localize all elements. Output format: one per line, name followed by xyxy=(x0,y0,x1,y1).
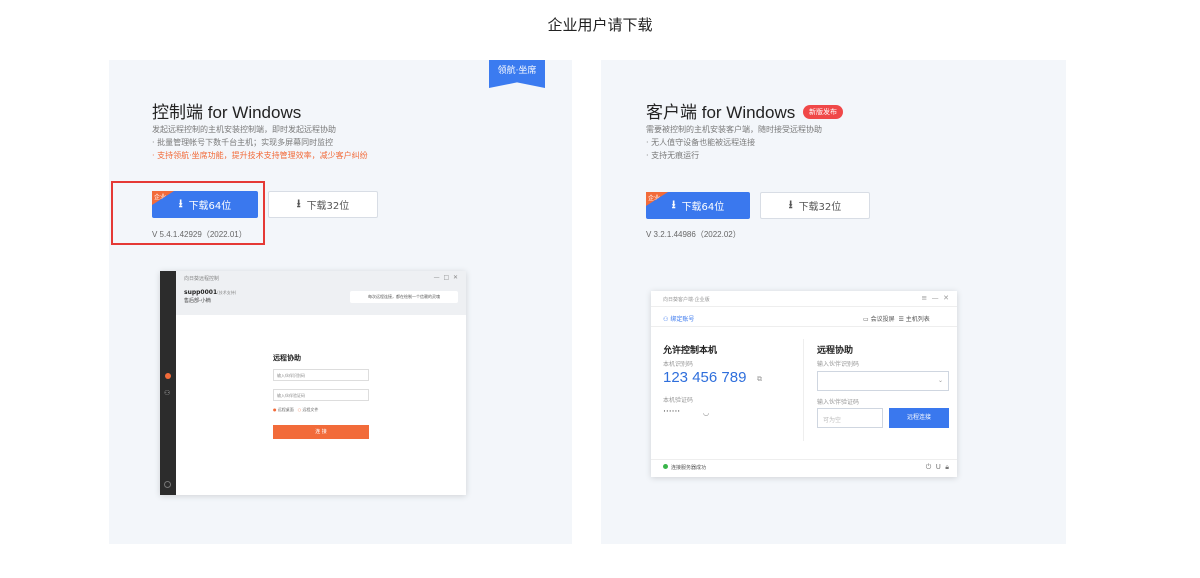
client-title-en: for Windows xyxy=(697,103,796,122)
status-dot-icon xyxy=(663,464,668,469)
enterprise-corner-tag: 企业 xyxy=(646,192,668,206)
preview-user: supp0001 xyxy=(184,289,218,296)
preview-code-placeholder: 输入伙伴验证码 xyxy=(277,393,305,398)
download-64-label: 下载64位 xyxy=(681,202,725,213)
control-title-en: for Windows xyxy=(203,103,302,122)
copy-icon: ⧉ xyxy=(757,375,762,383)
preview-local-id-label: 本机识别码 xyxy=(663,361,694,368)
client-title-zh: 客户端 xyxy=(646,103,697,123)
preview-remote: 远程协助 xyxy=(817,346,854,356)
download-32-label: 下载32位 xyxy=(306,201,350,212)
ribbon-badge: 领航·坐席 xyxy=(489,60,545,88)
preview-partner-id-label: 输入伙伴识别码 xyxy=(817,361,860,368)
preview-partner-code-input: 可为空 xyxy=(817,408,883,428)
new-release-badge: 新版发布 xyxy=(802,104,843,119)
download-32-button[interactable]: ⭳ 下载32位 xyxy=(268,191,378,218)
client-card: 客户端 for Windows 新版发布 需要被控制的主机安装客户端，随时接受远… xyxy=(601,60,1066,544)
control-title: 控制端 for Windows xyxy=(152,98,301,123)
preview-connect-button: 连 接 xyxy=(273,425,369,439)
preview-sun-icon xyxy=(165,373,171,379)
control-desc: 发起远程控制的主机安装控制端，即时发起远程协助 · 批量管理帐号下数千台主机；实… xyxy=(152,123,368,162)
list-icon: ☰ xyxy=(898,316,904,323)
download-32-button[interactable]: ⭳ 下载32位 xyxy=(760,192,870,219)
preview-bind: ⚇ 绑定账号 xyxy=(663,314,694,323)
radio-icon: ● xyxy=(273,407,277,412)
control-title-zh: 控制端 xyxy=(152,103,203,123)
screen-icon: ▭ xyxy=(863,316,869,323)
preview-window-controls: — □ ✕ xyxy=(433,274,458,281)
preview-tip: 每次远程连接，都在绘制一个信赖的灵魂 xyxy=(350,291,458,303)
control-app-preview: ⚇ 向日葵远程控制 — □ ✕ supp0001(技术支持) 售后部-小楠 每次… xyxy=(160,271,466,495)
preview-divider xyxy=(651,459,957,460)
preview-partner-code-label: 输入伙伴验证码 xyxy=(817,399,860,406)
preview-options: ● 远程桌面 ○ 远程文件 xyxy=(273,407,318,413)
highlight-box xyxy=(111,181,265,245)
user-icon: ⚇ xyxy=(663,316,669,323)
preview-user-tag: (技术支持) xyxy=(217,290,237,295)
preview-local-id: 123 456 789 xyxy=(663,369,747,386)
preview-user-icon: ⚇ xyxy=(164,389,171,397)
preview-partner-code-ph: 可为空 xyxy=(823,417,842,424)
preview-sidebar: ⚇ xyxy=(160,271,176,495)
client-desc-line: 需要被控制的主机安装客户端，随时接受远程协助 xyxy=(646,125,822,134)
preview-user-sub: 售后部-小楠 xyxy=(184,298,211,304)
control-card: 领航·坐席 控制端 for Windows 发起远程控制的主机安装控制端，即时发… xyxy=(109,60,572,544)
preview-user-id: supp0001(技术支持) xyxy=(184,289,236,296)
preview-window-controls: ≡ — ✕ xyxy=(921,294,949,302)
preview-settings-icon xyxy=(164,481,171,488)
control-desc-highlight: · 支持领航·坐席功能，提升技术支持管理效率，减少客户纠纷 xyxy=(152,151,368,160)
download-64-button[interactable]: 企业 ⭳ 下载64位 xyxy=(646,192,750,219)
download-32-label: 下载32位 xyxy=(798,202,842,213)
preview-local-code-label: 本机验证码 xyxy=(663,397,694,404)
client-app-preview: 向日葵客户端·企业版 ≡ — ✕ ⚇ 绑定账号 ▭ 会议投屏 ☰ 主机列表 允许… xyxy=(651,291,957,477)
preview-partner-id-input: ⌄ xyxy=(817,371,949,391)
control-desc-line: 发起远程控制的主机安装控制端，即时发起远程协助 xyxy=(152,125,336,134)
client-version: V 3.2.1.44986（2022.02） xyxy=(646,230,741,239)
download-icon: ⭳ xyxy=(788,198,793,211)
download-icon: ⭳ xyxy=(671,198,676,211)
preview-status: 连接服务器成功 xyxy=(663,464,706,471)
preview-host-list: 主机列表 xyxy=(905,316,930,323)
preview-status-icons: ⏻ U 🔒︎ xyxy=(925,463,949,471)
download-icon: ⭳ xyxy=(296,197,301,210)
preview-status-text: 连接服务器成功 xyxy=(671,465,707,471)
client-desc-line: · 无人值守设备也能被远程连接 xyxy=(646,138,756,147)
preview-local-code: ······ xyxy=(663,407,681,417)
preview-allow: 允许控制本机 xyxy=(663,346,718,356)
preview-divider xyxy=(803,339,804,441)
client-desc: 需要被控制的主机安装客户端，随时接受远程协助 · 无人值守设备也能被远程连接 ·… xyxy=(646,123,822,162)
client-desc-line: · 支持无痕运行 xyxy=(646,151,700,160)
preview-opt1: 远程桌面 xyxy=(277,407,294,412)
preview-section: 远程协助 xyxy=(273,354,301,362)
preview-id-field: 输入伙伴识别码 xyxy=(273,369,369,381)
preview-code-field: 输入伙伴验证码 xyxy=(273,389,369,401)
preview-connect-button: 远程连接 xyxy=(889,408,949,428)
eye-icon: ◡ xyxy=(703,409,710,417)
page-title: 企业用户请下载 xyxy=(547,16,653,34)
chevron-down-icon: ⌄ xyxy=(937,377,943,384)
preview-toolbar-right: ▭ 会议投屏 ☰ 主机列表 xyxy=(863,314,930,323)
preview-window-title: 向日葵远程控制 xyxy=(184,276,220,282)
control-desc-line: · 批量管理帐号下数千台主机；实现多屏幕同时监控 xyxy=(152,138,334,147)
radio-empty-icon: ○ xyxy=(297,407,302,412)
preview-opt2: 远程文件 xyxy=(302,407,319,412)
preview-screen: 会议投屏 xyxy=(870,316,895,323)
preview-bind-label: 绑定账号 xyxy=(670,316,695,323)
preview-id-placeholder: 输入伙伴识别码 xyxy=(277,373,305,378)
client-title: 客户端 for Windows 新版发布 xyxy=(646,98,843,123)
preview-window-title: 向日葵客户端·企业版 xyxy=(663,297,710,303)
